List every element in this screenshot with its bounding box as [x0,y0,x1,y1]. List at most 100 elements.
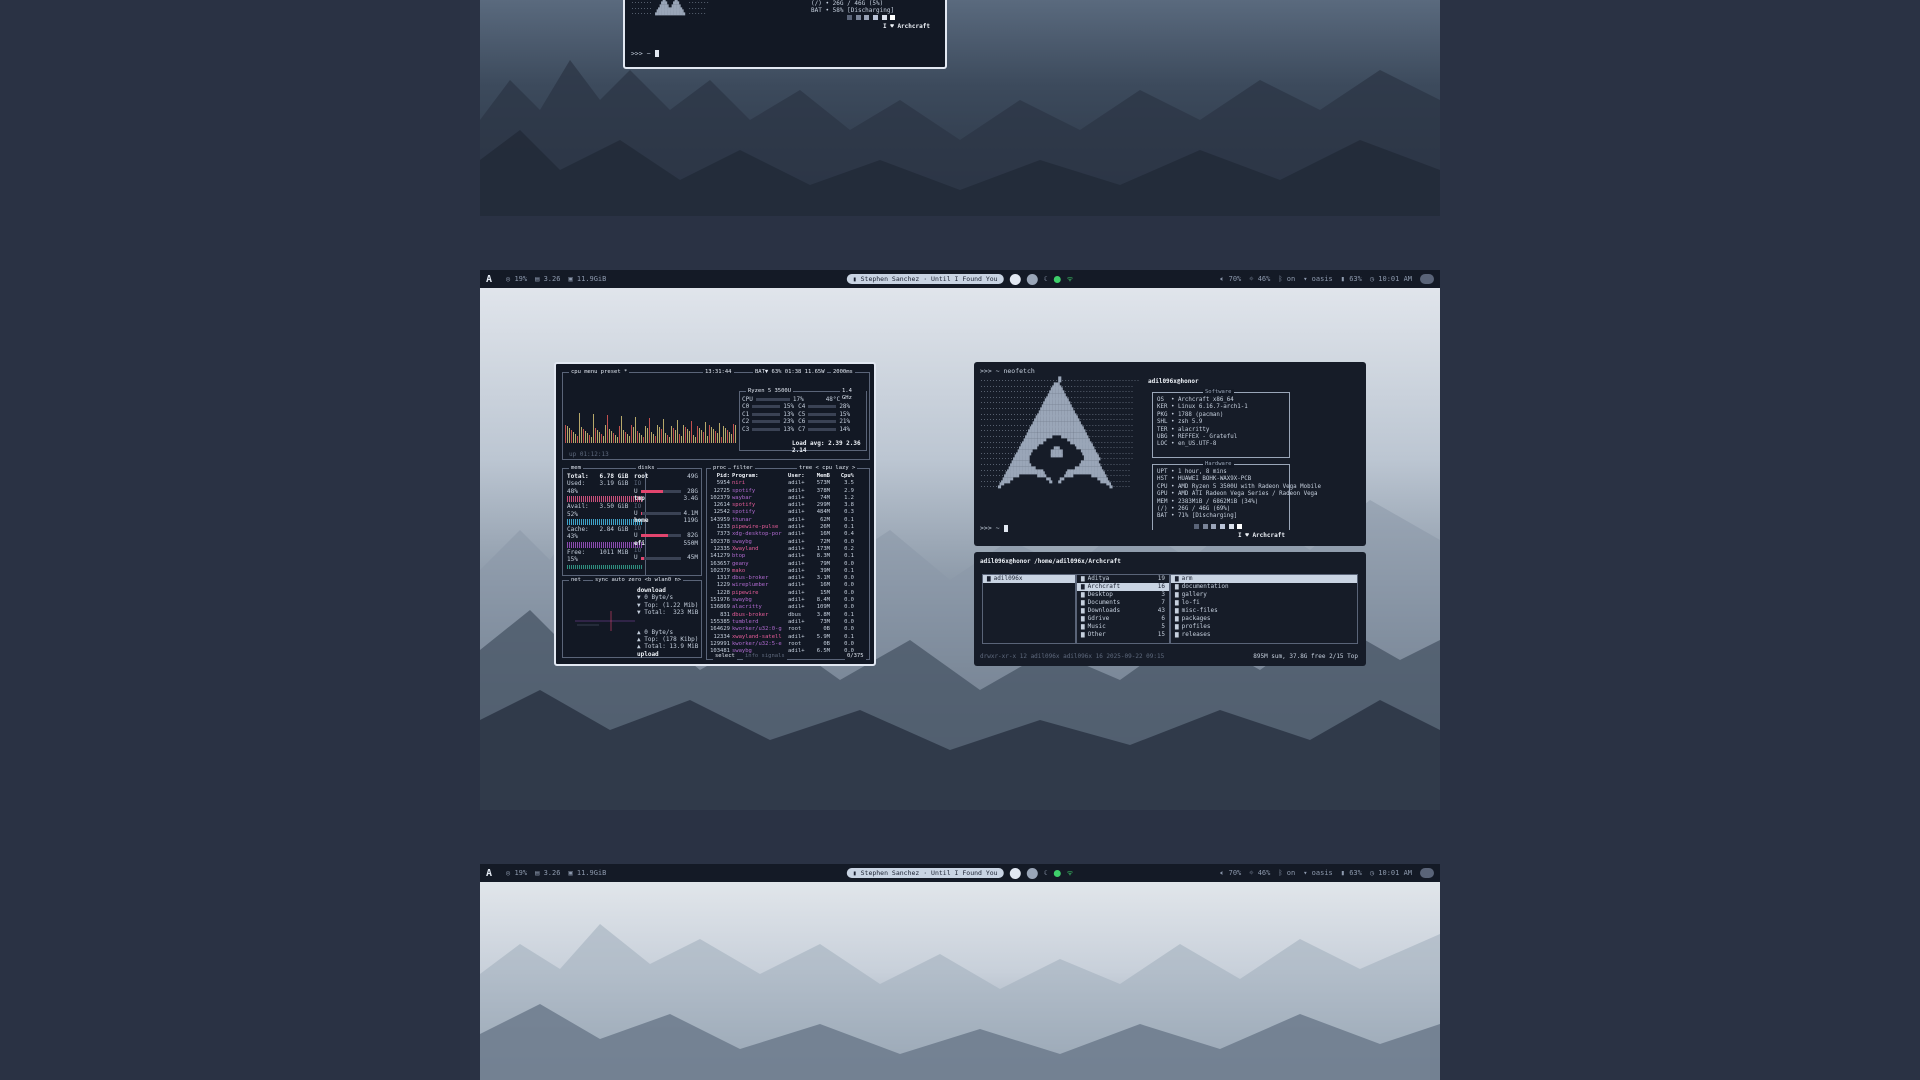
volume-indicator[interactable]: 🔈︎ 70% [1220,275,1241,284]
proc-row[interactable]: 102379 mako adil+ 39M 0.1 [709,568,867,575]
cpu-graph-bar [599,432,600,443]
ranger-entry[interactable]: ▆ Desktop 3 [1077,591,1169,599]
music-player-pill[interactable]: ▮ Stephen Sanchez · Until I Found You [846,274,1004,284]
music-player-pill[interactable]: ▮ Stephen Sanchez · Until I Found You [846,868,1004,878]
terminal-prompt[interactable]: >>> ~ [980,524,1008,532]
ranger-parent-column[interactable]: ▆ adil096x [982,574,1076,644]
cpu-graph-bar [721,437,722,443]
proc-row[interactable]: 143959 thunar adil+ 62M 0.1 [709,517,867,524]
ranger-current-column[interactable]: ▆ Aditya 19 ▆ Archcraft 16 ▆ Desktop 3 ▆ Documents… [1076,574,1170,644]
ranger-entry[interactable]: ▆ releases [1171,631,1357,639]
moon-icon[interactable]: ☾ [1044,275,1048,283]
clock-indicator[interactable]: ◷ 10:01 AM [1370,869,1412,877]
core-meter [808,427,837,431]
proc-row[interactable]: 102378 swaybg adil+ 72M 0.0 [709,539,867,546]
ranger-entry-count: 19 [1157,575,1165,582]
proc-row[interactable]: 163657 geany adil+ 79M 0.0 [709,561,867,568]
wifi-icon[interactable]: ᯤ [1067,275,1073,284]
ranger-entry[interactable]: ▆ packages [1171,615,1357,623]
clock-indicator[interactable]: ◷ 10:01 AM [1370,275,1412,283]
volume-indicator[interactable]: 🔈︎ 70% [1220,869,1241,878]
hardware-info-line: HST • HUAWEI BOHK-WAX9X-PCB [1157,476,1252,483]
ranger-entry[interactable]: ▆ Documents 7 [1077,599,1169,607]
proc-row[interactable]: 141279 btop adil+ 8.3M 0.1 [709,553,867,560]
archcraft-logo-icon[interactable]: A [486,868,492,879]
proc-row[interactable]: 1228 pipewire adil+ 15M 0.0 [709,590,867,597]
proc-row[interactable]: 102379 waybar adil+ 74M 1.2 [709,495,867,502]
proc-row[interactable]: 5954 niri adil+ 573M 3.5 [709,480,867,487]
neofetch-window[interactable]: >>> ~ neofetch .........................… [974,362,1366,546]
proc-row[interactable]: 164629 kworker/u32:0-g root 0B 0.0 [709,626,867,633]
disks-panel-title[interactable]: disks [636,465,657,473]
proc-row[interactable]: 12335 Xwayland adil+ 173M 0.2 [709,546,867,553]
mem-panel-title[interactable]: mem [569,465,583,473]
cpu-panel-refresh[interactable]: 2000ms [831,369,855,377]
btop-window[interactable]: cpu menu preset * 13:31:44 BAT▼ 63% 01:3… [554,362,876,666]
load-indicator: ▤ 3.26 [535,869,561,877]
proc-row[interactable]: 155385 tumblerd adil+ 73M 0.0 [709,619,867,626]
ranger-entry[interactable]: ▆ lo-fi [1171,599,1357,607]
net-panel-title[interactable]: net [569,577,583,585]
proc-row[interactable]: 1229 wireplumber adil+ 16M 0.0 [709,582,867,589]
ranger-entry[interactable]: ▆ misc-files [1171,607,1357,615]
spotify-icon[interactable] [1009,273,1021,285]
ranger-preview-column[interactable]: ▆ arm ▆ documentation ▆ gallery ▆ lo-fi ▆ misc-fi… [1170,574,1358,644]
wifi-icon[interactable]: ᯤ [1067,869,1073,878]
proc-row[interactable]: 12334 xwayland-satell adil+ 5.9M 0.1 [709,634,867,641]
power-icon[interactable] [1420,274,1434,284]
cpu-panel-title[interactable]: cpu menu preset * [569,369,630,377]
proc-info-label[interactable]: info signals [743,653,787,661]
proc-cell: adil+ [788,633,805,640]
proc-cell: 0.4 [844,531,854,538]
ranger-entry[interactable]: ▆ Aditya 19 [1077,575,1169,583]
ranger-entry[interactable]: ▆ Archcraft 16 [1077,583,1169,591]
core-meter [752,427,781,431]
core-value: 15% [839,410,851,418]
ranger-entry[interactable]: ▆ Music 5 [1077,623,1169,631]
network-indicator[interactable]: ▾ oasis [1303,869,1333,877]
neofetch-window-ws1[interactable]: ....... ▟▙ ▟▙ ....... ....... ▟██▙▟██▙ .… [623,0,947,69]
ranger-entry[interactable]: ▆ Downloads 43 [1077,607,1169,615]
proc-row[interactable]: 129991 kworker/u32:5-e root 0B 0.0 [709,641,867,648]
proc-row[interactable]: 1317 dbus-broker adil+ 3.1M 0.0 [709,575,867,582]
software-info-line: PKG • 1788 (pacman) [1157,411,1224,418]
ranger-entry[interactable]: ▆ adil096x [983,575,1075,583]
power-icon[interactable] [1420,868,1434,878]
bluetooth-indicator[interactable]: ᛒ on [1278,869,1295,877]
proc-cell: 16M [820,531,830,538]
proc-panel-title[interactable]: proc [711,465,729,473]
brightness-indicator[interactable]: ☼ 46% [1249,869,1270,877]
screenshot-icon[interactable] [1026,273,1038,285]
terminal-prompt[interactable]: >>> ~ [631,50,659,58]
ranger-entry[interactable]: ▆ profiles [1171,623,1357,631]
proc-select-label[interactable]: select [713,653,737,661]
proc-row[interactable]: 831 dbus-broker dbus 3.8M 0.1 [709,612,867,619]
cpu-graph-bar [661,429,662,443]
ranger-entry[interactable]: ▆ documentation [1171,583,1357,591]
ranger-entry[interactable]: ▆ Gdrive 6 [1077,615,1169,623]
screenshot-icon[interactable] [1026,867,1038,879]
proc-cell: adil+ [788,597,805,604]
ranger-entry[interactable]: ▆ gallery [1171,591,1357,599]
network-indicator[interactable]: ▾ oasis [1303,275,1333,283]
cpu-graph-bar [701,430,702,443]
proc-filter[interactable]: filter [731,465,755,473]
proc-row[interactable]: 12725 spotify adil+ 378M 2.9 [709,488,867,495]
ranger-entry[interactable]: ▆ arm [1171,575,1357,583]
brightness-indicator[interactable]: ☼ 46% [1249,275,1270,283]
archcraft-logo-icon[interactable]: A [486,274,492,285]
proc-row[interactable]: 12542 spotify adil+ 484M 0.3 [709,509,867,516]
proc-row[interactable]: 12614 spotify adil+ 299M 3.8 [709,502,867,509]
moon-icon[interactable]: ☾ [1044,869,1048,877]
proc-row[interactable]: 151976 swaybg adil+ 8.4M 0.0 [709,597,867,604]
proc-row[interactable]: 7373 xdg-desktop-por adil+ 16M 0.4 [709,531,867,538]
ranger-entry[interactable]: ▆ Other 15 [1077,631,1169,639]
ranger-window[interactable]: adil096x@honor /home/adil096x/Archcraft … [974,552,1366,666]
spotify-icon[interactable] [1009,867,1021,879]
proc-mode[interactable]: tree < cpu lazy > [797,465,858,473]
proc-cell: 72M [820,538,830,545]
proc-row[interactable]: 1233 pipewire-pulse adil+ 26M 0.1 [709,524,867,531]
proc-row[interactable]: 136869 alacritty adil+ 109M 0.0 [709,604,867,611]
bluetooth-indicator[interactable]: ᛒ on [1278,275,1295,283]
net-panel-options[interactable]: sync auto zero <b wlan0 n> [593,577,684,585]
